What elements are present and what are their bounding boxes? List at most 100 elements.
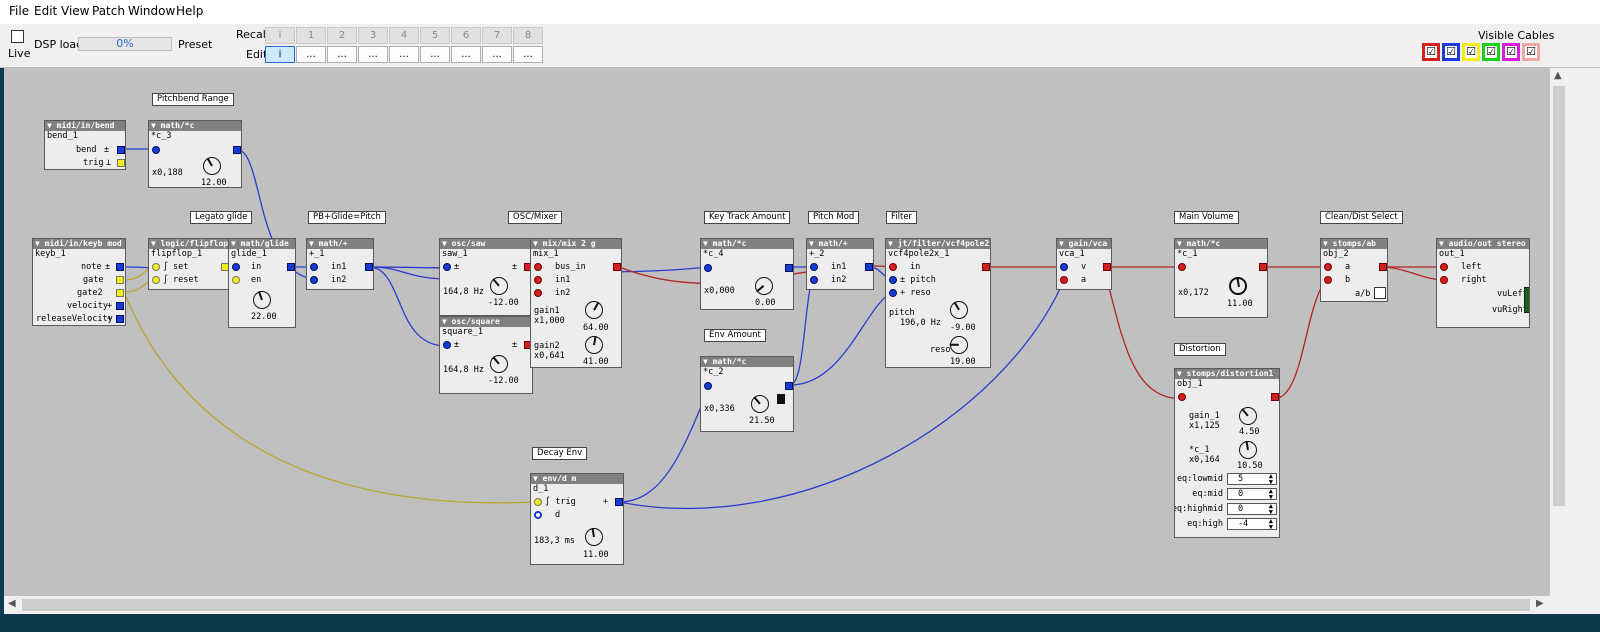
comment-distortion[interactable]: Distortion	[1174, 343, 1226, 356]
edit-button-8[interactable]: ...	[513, 46, 543, 63]
inlet-b[interactable]	[1324, 276, 1332, 284]
menu-view[interactable]: View	[61, 4, 89, 18]
c-knob[interactable]	[1239, 441, 1257, 459]
eq-spinner[interactable]: 0 ▲ ▼	[1227, 503, 1277, 516]
inlet-in2[interactable]	[534, 289, 542, 297]
outlet-gate2[interactable]	[116, 289, 124, 297]
recall-button-8[interactable]: 8	[513, 27, 543, 44]
menu-help[interactable]: Help	[176, 4, 203, 18]
inlet-a[interactable]	[1060, 276, 1068, 284]
comment-clean-dist-select[interactable]: Clean/Dist Select	[1320, 211, 1403, 224]
inlet-trig[interactable]	[534, 498, 542, 506]
outlet-out[interactable]	[1259, 263, 1267, 271]
inlet-pitch[interactable]	[889, 276, 897, 284]
comment-pb-glide-pitch[interactable]: PB+Glide=Pitch	[308, 211, 386, 224]
inlet-v[interactable]	[1060, 263, 1068, 271]
recall-button-0[interactable]: i	[265, 27, 295, 44]
outlet-out[interactable]	[785, 382, 793, 390]
object-midi-in-bend[interactable]: ▼ midi/in/bend bend_1 bend ± trig ⊥	[44, 120, 126, 170]
edit-button-7[interactable]: ...	[482, 46, 512, 63]
inlet-d[interactable]	[534, 511, 542, 519]
outlet-out[interactable]	[785, 264, 793, 272]
gain-knob[interactable]	[755, 277, 773, 295]
outlet-gate[interactable]	[116, 276, 124, 284]
outlet-note[interactable]	[116, 263, 124, 271]
recall-button-6[interactable]: 6	[451, 27, 481, 44]
object-stomps-distortion[interactable]: ▼ stomps/distortion1 obj_1 gain_1 x1,125…	[1174, 368, 1280, 538]
cable-visibility-toggle[interactable]: ☑	[1462, 43, 1480, 61]
inlet-a[interactable]	[1324, 263, 1332, 271]
cable-visibility-toggle[interactable]: ☑	[1482, 43, 1500, 61]
pitch-knob[interactable]	[490, 355, 508, 373]
object-mix-2g[interactable]: ▼ mix/mix 2 g mix_1 bus_in in1 in2 gain1…	[530, 238, 622, 368]
object-env-d-m[interactable]: ▼ env/d m d_1 ∫ trig d + 183,3 ms 11.00	[530, 473, 624, 565]
inlet-in[interactable]	[1178, 393, 1186, 401]
time-knob[interactable]	[253, 291, 271, 309]
inlet-left[interactable]	[1440, 263, 1448, 271]
outlet-env[interactable]	[615, 498, 623, 506]
comment-filter[interactable]: Filter	[886, 211, 918, 224]
inlet-in[interactable]	[152, 146, 160, 154]
recall-button-3[interactable]: 3	[358, 27, 388, 44]
comment-pitch-mod[interactable]: Pitch Mod	[808, 211, 860, 224]
inlet-in2[interactable]	[810, 276, 818, 284]
vertical-scroll-thumb[interactable]	[1553, 86, 1565, 506]
vertical-scrollbar[interactable]: ▲	[1550, 68, 1568, 596]
outlet-out[interactable]	[982, 263, 990, 271]
inlet-reset[interactable]	[152, 276, 160, 284]
object-osc-saw[interactable]: ▼ osc/saw saw_1 ± ± 164,8 Hz -12.00	[439, 238, 533, 316]
cable-visibility-toggle[interactable]: ☑	[1442, 43, 1460, 61]
outlet-release-velocity[interactable]	[116, 315, 124, 323]
inlet-in1[interactable]	[534, 276, 542, 284]
scroll-left-icon[interactable]: ◀	[8, 598, 16, 609]
pitch-knob[interactable]	[950, 301, 968, 319]
inlet-in[interactable]	[1178, 263, 1186, 271]
live-checkbox[interactable]	[11, 30, 24, 43]
object-midi-in-keyb[interactable]: ▼ midi/in/keyb mod keyb_1 note ± gate gat…	[32, 238, 126, 326]
inlet-in1[interactable]	[310, 263, 318, 271]
gain1-knob[interactable]	[585, 301, 603, 319]
gain-knob[interactable]	[1239, 407, 1257, 425]
recall-button-7[interactable]: 7	[482, 27, 512, 44]
inlet-pitch[interactable]	[443, 263, 451, 271]
menu-window[interactable]: Window	[128, 4, 175, 18]
recall-button-1[interactable]: 1	[296, 27, 326, 44]
eq-spinner[interactable]: 5 ▲ ▼	[1227, 473, 1277, 486]
eq-spinner[interactable]: -4 ▲ ▼	[1227, 518, 1277, 531]
object-math-plus-2[interactable]: ▼ math/+ +_2 in1 in2	[806, 238, 874, 290]
cable-visibility-toggle[interactable]: ☑	[1522, 43, 1540, 61]
edit-button-0[interactable]: i	[265, 46, 295, 63]
edit-button-4[interactable]: ...	[389, 46, 419, 63]
cable-visibility-toggle[interactable]: ☑	[1502, 43, 1520, 61]
decay-knob[interactable]	[585, 528, 603, 546]
ab-toggle[interactable]	[1374, 287, 1386, 299]
horizontal-scroll-thumb[interactable]	[22, 599, 1530, 611]
outlet-bend[interactable]	[117, 146, 125, 154]
menu-edit[interactable]: Edit	[34, 4, 57, 18]
reso-knob[interactable]	[950, 336, 968, 354]
object-math-c1[interactable]: ▼ math/*c *c_1 x0,172 11.00	[1174, 238, 1268, 318]
object-math-glide[interactable]: ▼ math/glide glide_1 in en 22.00	[228, 238, 296, 328]
cable-visibility-toggle[interactable]: ☑	[1422, 43, 1440, 61]
comment-key-track-amount[interactable]: Key Track Amount	[704, 211, 791, 224]
comment-pitchbend-range[interactable]: Pitchbend Range	[152, 93, 234, 106]
comment-main-volume[interactable]: Main Volume	[1174, 211, 1239, 224]
outlet-out[interactable]	[613, 263, 621, 271]
edit-button-6[interactable]: ...	[451, 46, 481, 63]
outlet-out[interactable]	[865, 263, 873, 271]
patch-canvas[interactable]: Pitchbend Range Legato glide PB+Glide=Pi…	[4, 68, 1550, 596]
outlet-velocity[interactable]	[116, 302, 124, 310]
recall-button-2[interactable]: 2	[327, 27, 357, 44]
outlet-out[interactable]	[1271, 393, 1279, 401]
object-vcf4pole2x[interactable]: ▼ jt/filter/vcf4pole2x vcf4pole2x_1 in ±…	[885, 238, 991, 368]
comment-env-amount[interactable]: Env Amount	[704, 329, 766, 342]
object-audio-out-stereo[interactable]: ▼ audio/out stereo out_1 left right vuLe…	[1436, 238, 1530, 328]
scroll-right-icon[interactable]: ▶	[1536, 598, 1544, 609]
edit-button-5[interactable]: ...	[420, 46, 450, 63]
inlet-in[interactable]	[889, 263, 897, 271]
outlet-trig[interactable]	[117, 159, 125, 167]
comment-decay-env[interactable]: Decay Env	[532, 447, 588, 460]
inlet-in2[interactable]	[310, 276, 318, 284]
edit-button-1[interactable]: ...	[296, 46, 326, 63]
inlet-reso[interactable]	[889, 289, 897, 297]
